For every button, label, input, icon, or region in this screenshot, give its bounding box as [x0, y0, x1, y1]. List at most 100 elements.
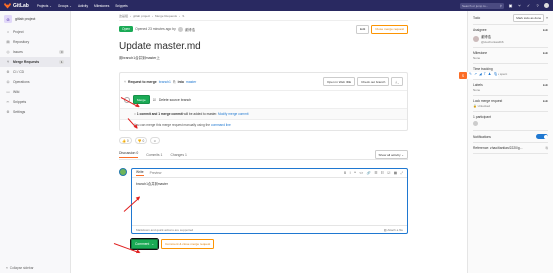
fullscreen-icon[interactable]: ⤢ — [400, 171, 403, 175]
comment-actions: Comment ⌄ Comment & close merge request — [129, 238, 408, 250]
comment-button[interactable]: Comment ⌄ — [129, 238, 160, 250]
close-mr-button[interactable]: Close merge request — [371, 24, 408, 34]
menu-milestones[interactable]: Milestones — [94, 4, 109, 8]
comment-form: Write Preview B I ❝ <> 🔗 ☰ ☷ ☑ ▦ ⤢ branc… — [119, 168, 408, 234]
sidebar-item-repository[interactable]: ▤ Repository — [0, 37, 70, 47]
comment-textarea[interactable]: branch1合并到master — [132, 178, 407, 189]
issues-icon[interactable]: ✓ — [526, 3, 531, 8]
checkout-branch-button[interactable]: Check out branch — [357, 77, 390, 86]
menu-activity[interactable]: Activity — [78, 4, 88, 8]
help-icon[interactable]: ? — [535, 3, 540, 8]
menu-snippets[interactable]: Snippets — [115, 4, 127, 8]
breadcrumb-separator: › — [152, 13, 154, 18]
source-branch[interactable]: branch1 — [159, 80, 171, 84]
sidebar-item-snippets[interactable]: ✂ Snippets — [0, 97, 70, 107]
target-branch[interactable]: master — [186, 80, 196, 84]
lock-block: Lock merge request Edit 🔓 Unlocked — [473, 96, 548, 112]
pen-icon[interactable]: ✎ — [469, 72, 472, 79]
tab-write[interactable]: Write — [136, 170, 144, 176]
gitlab-logo[interactable]: GitLab — [4, 2, 29, 9]
breadcrumb-mr-id[interactable]: !1 — [182, 14, 185, 18]
task-list-icon[interactable]: ☑ — [387, 171, 390, 175]
delete-source-checkbox[interactable]: ☑ — [153, 98, 156, 102]
milestone-edit-link[interactable]: Edit — [543, 51, 548, 55]
tab-commits[interactable]: Commits 1 — [146, 153, 162, 157]
sidebar-item-cicd[interactable]: ⚙ CI / CD — [0, 67, 70, 77]
collapse-sidebar-button[interactable]: « Collapse sidebar — [6, 266, 34, 270]
breadcrumb-project[interactable]: gitlab project — [133, 14, 150, 18]
author-name[interactable]: 谢博浩 — [185, 27, 195, 32]
quote-icon[interactable]: ❝ — [354, 171, 356, 175]
markdown-hint[interactable]: Markdown and quick actions are supported — [136, 228, 193, 232]
merge-button[interactable]: Merge — [133, 95, 150, 104]
assignee-edit-link[interactable]: Edit — [543, 28, 548, 32]
comment-button-label: Comment — [135, 242, 150, 246]
bullet-list-icon[interactable]: ☰ — [374, 171, 377, 175]
mic-icon[interactable]: 🎙 — [493, 72, 498, 79]
comment-and-close-button[interactable]: Comment & close merge request — [161, 239, 215, 249]
thumbs-down-button[interactable]: 👎 0 — [134, 137, 148, 144]
doc-icon: ▤ — [6, 40, 10, 44]
tab-preview[interactable]: Preview — [150, 171, 162, 175]
sidebar-item-merge-requests[interactable]: ⑂ Merge Requests 1 — [0, 57, 70, 67]
copy-reference-icon[interactable]: ⎘ — [546, 146, 548, 150]
lock-edit-link[interactable]: Edit — [543, 99, 548, 103]
user-avatar[interactable] — [544, 3, 549, 8]
sidebar-item-label: CI / CD — [13, 70, 25, 74]
sidebar-item-wiki[interactable]: ▭ Wiki — [0, 87, 70, 97]
reference-block: Reference: zhao/tiantian/2220/g... ⎘ — [473, 143, 548, 154]
person-icon[interactable]: ♟ — [488, 72, 491, 79]
attach-file-button[interactable]: ▨ Attach a file — [384, 228, 403, 232]
modify-merge-commit-link[interactable]: Modify merge commit — [218, 112, 248, 116]
menu-groups[interactable]: Groups ⌄ — [58, 4, 72, 8]
tab-discussion[interactable]: Discussion 0 — [119, 151, 139, 158]
shape-icon[interactable]: ◢ — [479, 72, 482, 79]
mr-status-row: Open Opened 23 minutes ago by 谢博浩 Edit C… — [119, 21, 408, 37]
into-text: into — [177, 79, 184, 84]
download-button[interactable]: ⤓ ⌄ — [391, 77, 403, 86]
add-emoji-button[interactable]: ☺ — [150, 137, 160, 144]
merge-requests-icon[interactable]: ⑂ — [517, 3, 522, 8]
link-icon[interactable]: 🔗 — [367, 171, 371, 175]
collapse-right-icon[interactable]: » — [546, 16, 548, 20]
numbered-list-icon[interactable]: ☷ — [381, 171, 384, 175]
sidebar-item-settings[interactable]: ⚙ Settings — [0, 107, 70, 117]
command-line-link[interactable]: command line — [211, 123, 231, 127]
breadcrumb-group[interactable]: 这是组 — [119, 14, 128, 18]
copy-icon[interactable]: ⎘ — [173, 80, 176, 84]
page-title: Update master.md — [119, 41, 201, 52]
breadcrumb-merge-requests[interactable]: Merge Requests — [155, 14, 177, 18]
assignee-name: 谢博浩 — [481, 35, 491, 39]
labels-block: Labels Edit None — [473, 80, 548, 96]
bold-icon[interactable]: B — [344, 171, 346, 175]
search-input[interactable]: Search or jump to... ⚲ — [460, 2, 504, 9]
author-avatar[interactable] — [177, 26, 183, 32]
open-webide-button[interactable]: Open in Web IDE — [323, 77, 356, 86]
text-icon[interactable]: T — [484, 72, 486, 79]
mr-widget: ⑂ Request to merge branch1 ⎘ into master… — [119, 72, 408, 131]
menu-projects[interactable]: Projects ⌄ — [37, 4, 52, 8]
mark-done-button[interactable]: Mark todo as done — [513, 13, 545, 22]
table-icon[interactable]: ▦ — [394, 171, 397, 175]
tab-changes[interactable]: Changes 1 — [170, 153, 186, 157]
todo-icon[interactable]: ▣ — [508, 3, 513, 8]
capture-logo-icon[interactable]: S — [459, 72, 467, 79]
sidebar-project[interactable]: G gitlab project — [0, 11, 70, 27]
labels-edit-link[interactable]: Edit — [543, 83, 548, 87]
arrow-icon[interactable]: ↗ — [474, 72, 477, 79]
lock-value: Unlocked — [477, 104, 491, 108]
assignee-handle: @xiechuntao2b6 — [481, 40, 504, 44]
top-right: Search or jump to... ⚲ ▣ ⑂ ✓ ? — [460, 2, 549, 9]
assignee-user[interactable]: 谢博浩 @xiechuntao2b6 — [473, 34, 548, 44]
notifications-toggle[interactable] — [536, 134, 548, 139]
code-icon[interactable]: <> — [359, 171, 363, 175]
sidebar-item-operations[interactable]: ⛭ Operations — [0, 77, 70, 87]
thumbs-up-button[interactable]: 👍 0 — [119, 137, 132, 144]
sidebar-item-project[interactable]: ⌂ Project — [0, 27, 70, 37]
show-all-activity-dropdown[interactable]: Show all activity ⌄ — [374, 150, 408, 159]
participant-avatar[interactable] — [473, 121, 478, 126]
participants-block: 1 participant — [473, 112, 548, 131]
edit-button[interactable]: Edit — [355, 24, 370, 34]
sidebar-item-issues[interactable]: ◎ Issues 0 — [0, 47, 70, 57]
italic-icon[interactable]: I — [350, 171, 351, 175]
